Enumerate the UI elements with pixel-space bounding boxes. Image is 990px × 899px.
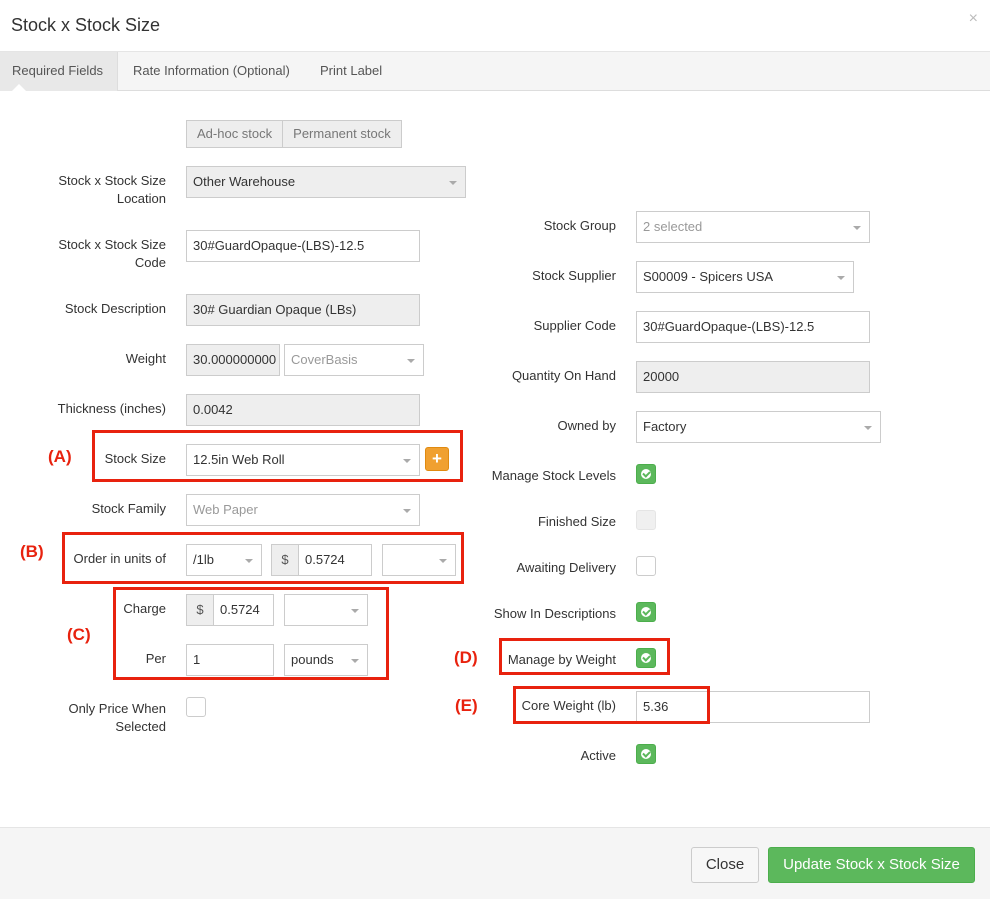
modal-header: Stock x Stock Size ×	[0, 0, 990, 52]
finished-size-checkbox[interactable]	[636, 510, 656, 530]
stock-group-select[interactable]: 2 selected	[636, 211, 870, 243]
code-input[interactable]: 30#GuardOpaque-(LBS)-12.5	[186, 230, 420, 262]
awaiting-delivery-label: Awaiting Delivery	[516, 560, 616, 575]
stock-family-value: Web Paper	[193, 502, 258, 517]
highlight-box-c	[113, 587, 389, 680]
annotation-b: (B)	[20, 542, 44, 561]
close-icon[interactable]: ×	[969, 10, 978, 28]
weight-input[interactable]: 30.000000000	[186, 344, 280, 376]
permanent-stock-button[interactable]: Permanent stock	[282, 121, 401, 147]
show-in-descriptions-checkbox[interactable]	[636, 602, 656, 622]
highlight-box-e	[513, 686, 710, 724]
owned-by-value: Factory	[643, 419, 687, 434]
tab-bar: Required Fields Rate Information (Option…	[0, 52, 990, 91]
annotation-d: (D)	[454, 648, 478, 667]
code-label: Stock x Stock Size Code	[40, 236, 166, 272]
supplier-value: S00009 - Spicers USA	[643, 269, 774, 284]
highlight-box-b	[62, 532, 464, 584]
location-value: Other Warehouse	[193, 174, 296, 189]
tab-rate-information[interactable]: Rate Information (Optional)	[121, 52, 302, 91]
manage-stock-levels-checkbox[interactable]	[636, 464, 656, 484]
weight-label: Weight	[125, 351, 166, 366]
stock-type-toggle: Ad-hoc stock Permanent stock	[186, 120, 402, 148]
finished-size-label: Finished Size	[537, 514, 616, 529]
chevron-down-icon	[407, 359, 415, 363]
chevron-down-icon	[853, 226, 861, 230]
stock-group-value: 2 selected	[643, 219, 703, 234]
supplier-code-input[interactable]: 30#GuardOpaque-(LBS)-12.5	[636, 311, 870, 343]
active-checkbox[interactable]	[636, 744, 656, 764]
code-label-line2: Code	[134, 255, 166, 270]
location-label-line1: Stock x Stock Size	[58, 173, 166, 188]
only-price-label-line2: Selected	[115, 719, 166, 734]
thickness-label: Thickness (inches)	[57, 401, 166, 416]
adhoc-stock-button[interactable]: Ad-hoc stock	[187, 121, 282, 147]
description-label: Stock Description	[64, 301, 166, 316]
supplier-select[interactable]: S00009 - Spicers USA	[636, 261, 854, 293]
annotation-a: (A)	[48, 447, 72, 466]
stock-family-select[interactable]: Web Paper	[186, 494, 420, 526]
qty-on-hand-input[interactable]: 20000	[636, 361, 870, 393]
thickness-input[interactable]: 0.0042	[186, 394, 420, 426]
active-label: Active	[580, 748, 616, 763]
owned-by-select[interactable]: Factory	[636, 411, 881, 443]
close-button[interactable]: Close	[691, 847, 759, 883]
annotation-c: (C)	[67, 625, 91, 644]
supplier-label: Stock Supplier	[532, 268, 616, 283]
location-label-line2: Location	[116, 191, 166, 206]
update-button[interactable]: Update Stock x Stock Size	[768, 847, 975, 883]
stock-family-label: Stock Family	[91, 501, 166, 516]
chevron-down-icon	[837, 276, 845, 280]
description-textarea[interactable]: 30# Guardian Opaque (LBs)	[186, 294, 420, 326]
only-price-label-line1: Only Price When	[68, 701, 166, 716]
only-price-label: Only Price When Selected	[40, 700, 166, 736]
location-select[interactable]: Other Warehouse	[186, 166, 466, 198]
awaiting-delivery-checkbox[interactable]	[636, 556, 656, 576]
chevron-down-icon	[403, 509, 411, 513]
location-label: Stock x Stock Size Location	[40, 172, 166, 208]
weight-basis-value: CoverBasis	[291, 352, 358, 367]
only-price-checkbox[interactable]	[186, 697, 206, 717]
manage-stock-levels-label: Manage Stock Levels	[491, 468, 616, 483]
weight-basis-select[interactable]: CoverBasis	[284, 344, 424, 376]
chevron-down-icon	[864, 426, 872, 430]
modal-title: Stock x Stock Size	[11, 15, 161, 35]
owned-by-label: Owned by	[557, 418, 616, 433]
tab-print-label[interactable]: Print Label	[308, 52, 394, 91]
active-tab-indicator	[12, 84, 26, 91]
show-in-descriptions-label: Show In Descriptions	[493, 606, 616, 621]
supplier-code-label: Supplier Code	[533, 318, 616, 333]
stock-group-label: Stock Group	[543, 218, 616, 233]
annotation-e: (E)	[455, 696, 478, 715]
highlight-box-a	[92, 430, 463, 482]
chevron-down-icon	[449, 181, 457, 185]
code-label-line1: Stock x Stock Size	[58, 237, 166, 252]
qty-on-hand-label: Quantity On Hand	[511, 368, 616, 383]
